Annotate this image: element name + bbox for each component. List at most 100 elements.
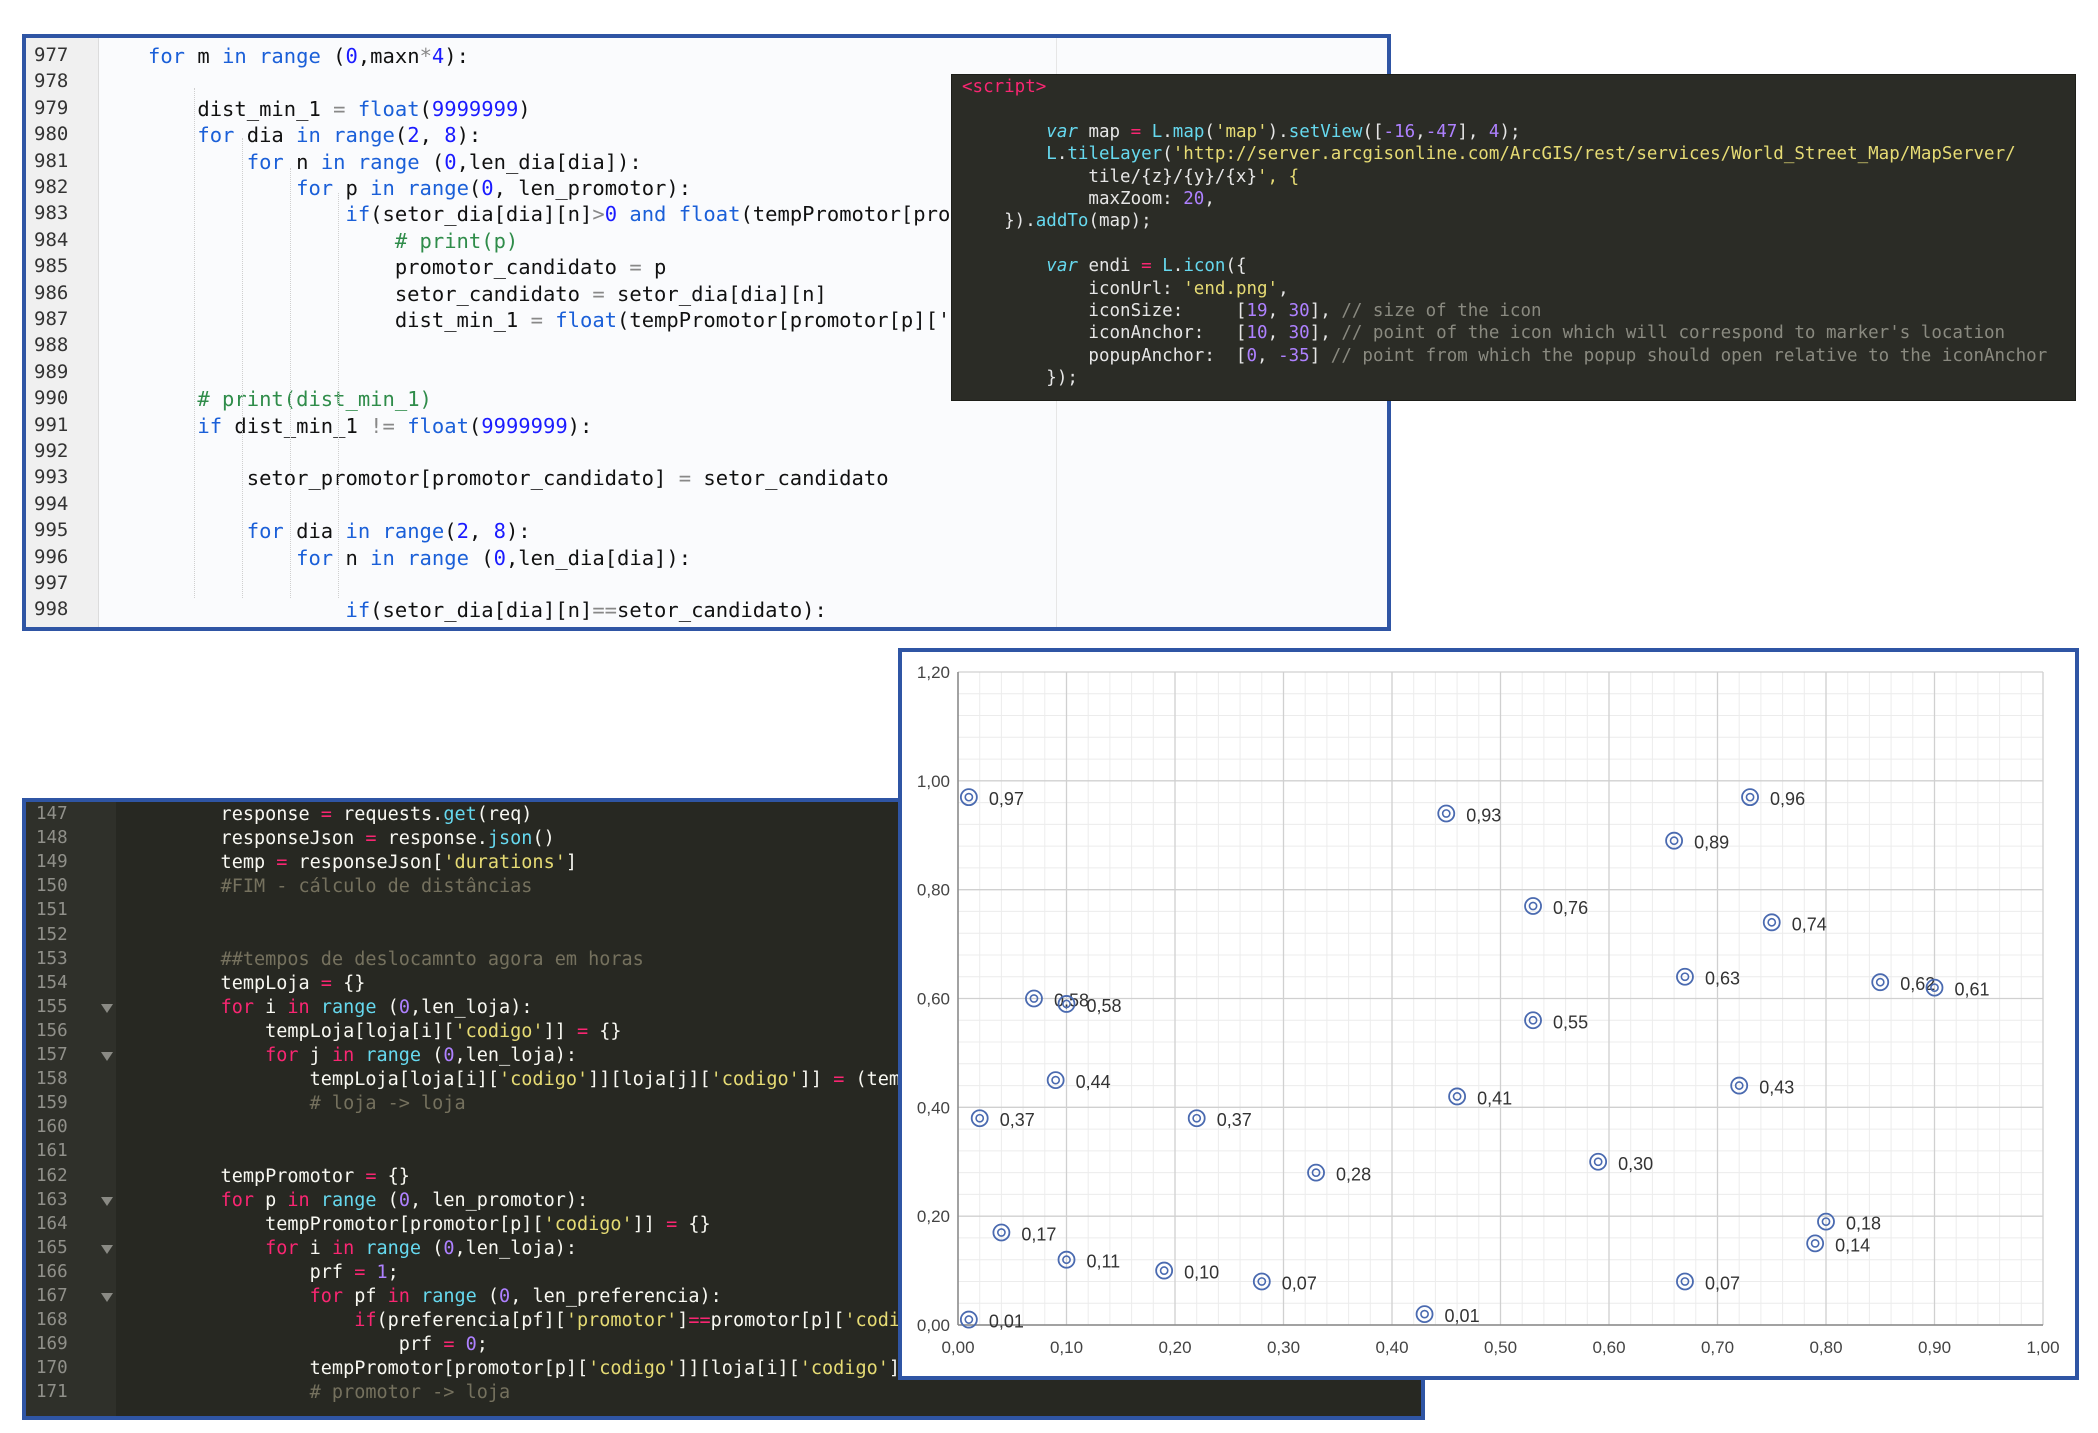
y-tick-label: 1,00 [917, 772, 950, 791]
indent-guide [338, 193, 339, 598]
code-line[interactable]: for m in range (0,maxn*4): [148, 44, 469, 68]
code-line[interactable]: for p in range(0, len_promotor): [148, 176, 691, 200]
code-line[interactable]: iconAnchor: [10, 30], // point of the ic… [962, 323, 2005, 343]
fold-arrow-icon[interactable] [101, 1244, 113, 1254]
code-line[interactable]: tempLoja[loja[i]['codigo']] = {} [176, 1021, 621, 1042]
code-line[interactable]: tempPromotor[promotor[p]['codigo']][loja… [176, 1358, 934, 1379]
code-line[interactable]: dist_min_1 = float(tempPromotor[promotor… [148, 308, 987, 332]
code-line[interactable]: setor_promotor[promotor_candidato] = set… [148, 466, 889, 490]
code-line[interactable]: for dia in range(2, 8): [148, 123, 481, 147]
data-point-inner [1420, 1309, 1429, 1319]
data-label: 0,76 [1553, 898, 1588, 918]
code-line[interactable]: popupAnchor: [0, -35] // point from whic… [962, 346, 2047, 366]
data-label: 0,41 [1477, 1088, 1512, 1108]
code-line[interactable]: #FIM - cálculo de distâncias [176, 876, 533, 897]
line-number: 164 [36, 1213, 68, 1234]
line-number: 152 [36, 924, 68, 945]
code-line[interactable]: dist_min_1 = float(9999999) [148, 97, 530, 121]
code-line[interactable]: }).addTo(map); [962, 211, 1152, 231]
code-line[interactable]: # print(p) [148, 229, 518, 253]
code-line[interactable]: temp = responseJson['durations'] [176, 852, 577, 873]
data-label: 0,93 [1466, 805, 1501, 825]
code-line[interactable]: iconUrl: 'end.png', [962, 279, 1288, 299]
data-label: 0,01 [1445, 1306, 1480, 1326]
data-label: 0,62 [1900, 974, 1935, 994]
code-line[interactable]: for n in range (0,len_dia[dia]): [148, 546, 691, 570]
data-label: 0,63 [1705, 969, 1740, 989]
line-number: 159 [36, 1093, 68, 1114]
code-line[interactable]: }); [962, 368, 1078, 388]
code-line[interactable]: L.tileLayer('http://server.arcgisonline.… [962, 144, 2015, 164]
code-line[interactable]: for n in range (0,len_dia[dia]): [148, 150, 642, 174]
chart-svg: 0,00 0,10 0,20 0,30 0,40 0,50 0,60 0,70 0,80 0,90… [917, 663, 2060, 1357]
data-label: 0,55 [1553, 1012, 1588, 1032]
code-line[interactable]: promotor_candidato = p [148, 255, 667, 279]
line-number: 166 [36, 1261, 68, 1282]
data-point-inner [1051, 1075, 1061, 1085]
data-label: 0,89 [1694, 833, 1729, 853]
fold-arrow-icon[interactable] [101, 1293, 113, 1302]
code-line[interactable]: setor_candidato = setor_dia[dia][n] [148, 282, 827, 306]
code-line[interactable]: # loja -> loja [176, 1093, 466, 1114]
data-label: 0,37 [1000, 1110, 1035, 1130]
fold-arrow-icon[interactable] [101, 1196, 113, 1206]
y-tick-label: 0,60 [917, 990, 950, 1009]
code-line[interactable]: var endi = L.icon({ [962, 256, 1246, 276]
line-number: 991 [34, 413, 69, 436]
code-line[interactable]: if(setor_dia[dia][n]==setor_candidato): [148, 598, 826, 622]
line-number: 158 [36, 1069, 68, 1090]
indent-guide [194, 88, 195, 598]
data-label: 0,43 [1759, 1078, 1794, 1098]
line-number: 170 [36, 1358, 68, 1379]
code-line[interactable]: iconSize: [19, 30], // size of the icon [962, 301, 1541, 321]
x-tick-label: 0,30 [1267, 1338, 1300, 1357]
code-line[interactable]: for dia in range(2, 8): [148, 519, 531, 543]
code-line[interactable]: ##tempos de deslocamnto agora em horas [176, 949, 644, 970]
code-line[interactable]: <script> [962, 77, 1046, 97]
code-line[interactable]: if(preferencia[pf]['promotor']==promotor… [176, 1310, 944, 1331]
data-point [1589, 1152, 1608, 1171]
indent-guide [242, 138, 243, 598]
fold-arrow-icon[interactable] [101, 1052, 113, 1061]
code-line[interactable]: tempPromotor = {} [176, 1166, 410, 1187]
line-number: 989 [34, 360, 69, 383]
javascript-snippet[interactable]: <script> var map = L.map('map').setView(… [951, 74, 2076, 401]
code-line[interactable]: for i in range (0,len_loja): [176, 1238, 577, 1259]
data-label: 0,97 [989, 789, 1024, 809]
code-line[interactable]: prf = 1; [176, 1262, 399, 1283]
code-line[interactable]: if dist_min_1 != float(9999999): [148, 414, 592, 438]
data-point-inner [1745, 792, 1755, 802]
line-number: 149 [36, 852, 68, 873]
data-label: 0,96 [1770, 789, 1805, 809]
y-tick-label: 0,40 [917, 1098, 950, 1117]
code-line[interactable]: for j in range (0,len_loja): [176, 1045, 577, 1066]
code-line[interactable]: for pf in range (0, len_preferencia): [176, 1286, 722, 1307]
code-line[interactable]: tempPromotor[promotor[p]['codigo']] = {} [176, 1214, 711, 1235]
code-line[interactable]: for i in range (0,len_loja): [176, 997, 533, 1018]
code-line[interactable]: if(setor_dia[dia][n]>0 and float(tempPro… [148, 202, 987, 226]
data-label: 0,61 [1955, 980, 1990, 1000]
code-line[interactable]: tile/{z}/{y}/{x}', { [962, 167, 1299, 187]
line-number: 163 [36, 1189, 68, 1210]
data-point-inner [1767, 917, 1777, 927]
fold-arrow-icon[interactable] [101, 1003, 113, 1013]
code-line[interactable]: responseJson = response.json() [176, 828, 555, 849]
code-line[interactable]: prf = 0; [176, 1334, 488, 1355]
code-line[interactable]: tempLoja = {} [176, 973, 366, 994]
code-line[interactable]: response = requests.get(req) [176, 804, 533, 825]
line-number: 992 [34, 440, 69, 462]
code-line[interactable]: tempLoja[loja[i]['codigo']][loja[j]['cod… [176, 1069, 945, 1090]
code-line[interactable]: for p in range (0, len_promotor): [176, 1190, 589, 1211]
line-number: 995 [34, 519, 69, 542]
data-label: 0,28 [1336, 1165, 1371, 1185]
line-number: 979 [34, 96, 69, 119]
data-point [1155, 1261, 1174, 1280]
x-tick-label: 0,90 [1918, 1338, 1951, 1357]
code-line[interactable]: maxZoom: 20, [962, 189, 1214, 209]
line-number: 982 [34, 176, 69, 198]
code-line[interactable]: # promotor -> loja [176, 1382, 510, 1403]
code-line[interactable]: var map = L.map('map').setView([-16,-47]… [962, 122, 1520, 142]
data-label: 0,30 [1618, 1154, 1653, 1174]
line-number: 148 [36, 828, 68, 849]
line-number: 987 [34, 308, 69, 330]
